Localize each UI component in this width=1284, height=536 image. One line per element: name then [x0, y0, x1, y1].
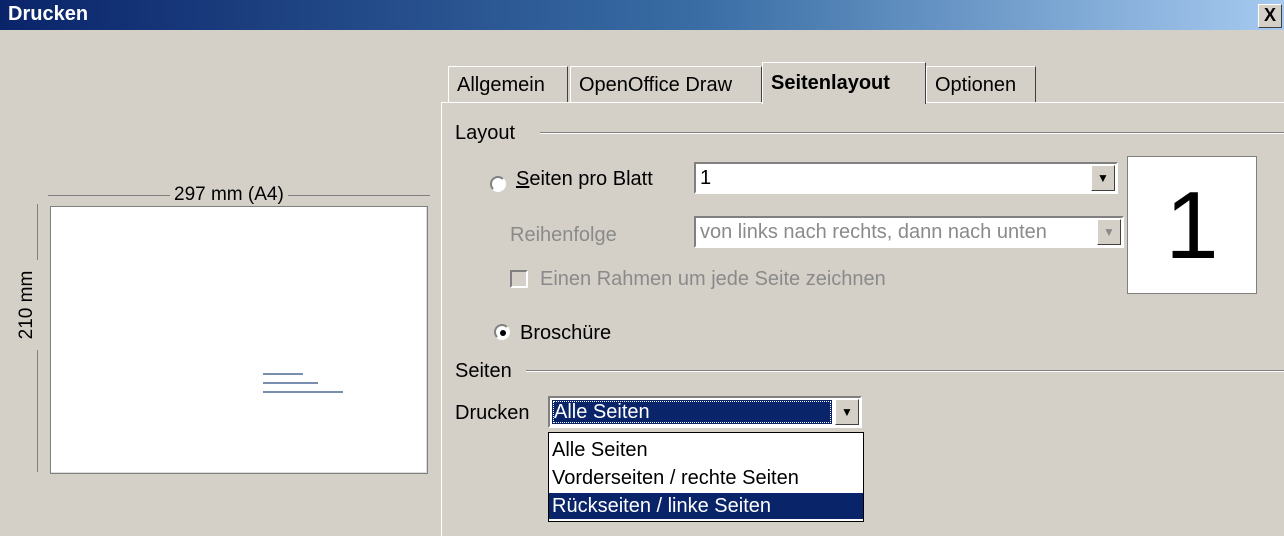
order-label: Reihenfolge	[510, 224, 617, 246]
tab-optionen[interactable]: Optionen	[926, 66, 1036, 102]
order-value: von links nach rechts, dann nach unten	[700, 221, 1047, 243]
chevron-down-icon[interactable]: ▼	[1097, 219, 1121, 245]
tab-allgemein[interactable]: Allgemein	[448, 66, 568, 102]
print-dropdown-list: Alle Seiten Vorderseiten / rechte Seiten…	[548, 432, 864, 522]
radio-dot	[500, 330, 506, 336]
brochure-label[interactable]: Broschüre	[520, 322, 611, 345]
brochure-radio[interactable]	[494, 324, 510, 340]
preview-text-line	[263, 391, 343, 393]
paper-preview	[50, 206, 428, 474]
preview-text-line	[263, 373, 303, 375]
chevron-down-icon[interactable]: ▼	[835, 399, 859, 425]
pages-per-sheet-label[interactable]: Seiten pro Blatt	[516, 168, 653, 191]
print-select-value: Alle Seiten	[552, 400, 832, 424]
pages-per-sheet-value: 1	[700, 167, 712, 189]
pages-per-sheet-radio[interactable]	[490, 176, 506, 192]
pages-per-sheet-preview: 1	[1127, 156, 1257, 294]
dropdown-option[interactable]: Vorderseiten / rechte Seiten	[549, 465, 863, 491]
tab-seitenlayout[interactable]: Seitenlayout	[762, 62, 926, 104]
pages-group-title: Seiten	[455, 360, 518, 383]
layout-group-line	[540, 132, 1284, 134]
dropdown-option-highlighted[interactable]: Rückseiten / linke Seiten	[549, 493, 863, 519]
frame-checkbox[interactable]	[510, 270, 528, 288]
order-select[interactable]: von links nach rechts, dann nach unten ▼	[694, 216, 1124, 248]
width-dimension-label: 297 mm (A4)	[170, 184, 288, 206]
pages-group-line	[526, 370, 1284, 372]
close-button[interactable]: X	[1258, 4, 1282, 28]
chevron-down-icon[interactable]: ▼	[1091, 165, 1115, 191]
print-select[interactable]: Alle Seiten ▼	[548, 396, 862, 428]
dropdown-option[interactable]: Alle Seiten	[549, 437, 863, 463]
frame-checkbox-label[interactable]: Einen Rahmen um jede Seite zeichnen	[540, 268, 886, 291]
height-dimension-label: 210 mm	[16, 260, 40, 350]
pages-per-sheet-select[interactable]: 1 ▼	[694, 162, 1118, 194]
layout-group-title: Layout	[455, 122, 522, 145]
tab-openoffice-draw[interactable]: OpenOffice Draw	[570, 66, 762, 102]
window-title: Drucken	[8, 3, 89, 25]
preview-text-line	[263, 382, 318, 384]
print-label: Drucken	[455, 402, 530, 424]
title-bar: Drucken X	[0, 0, 1284, 30]
